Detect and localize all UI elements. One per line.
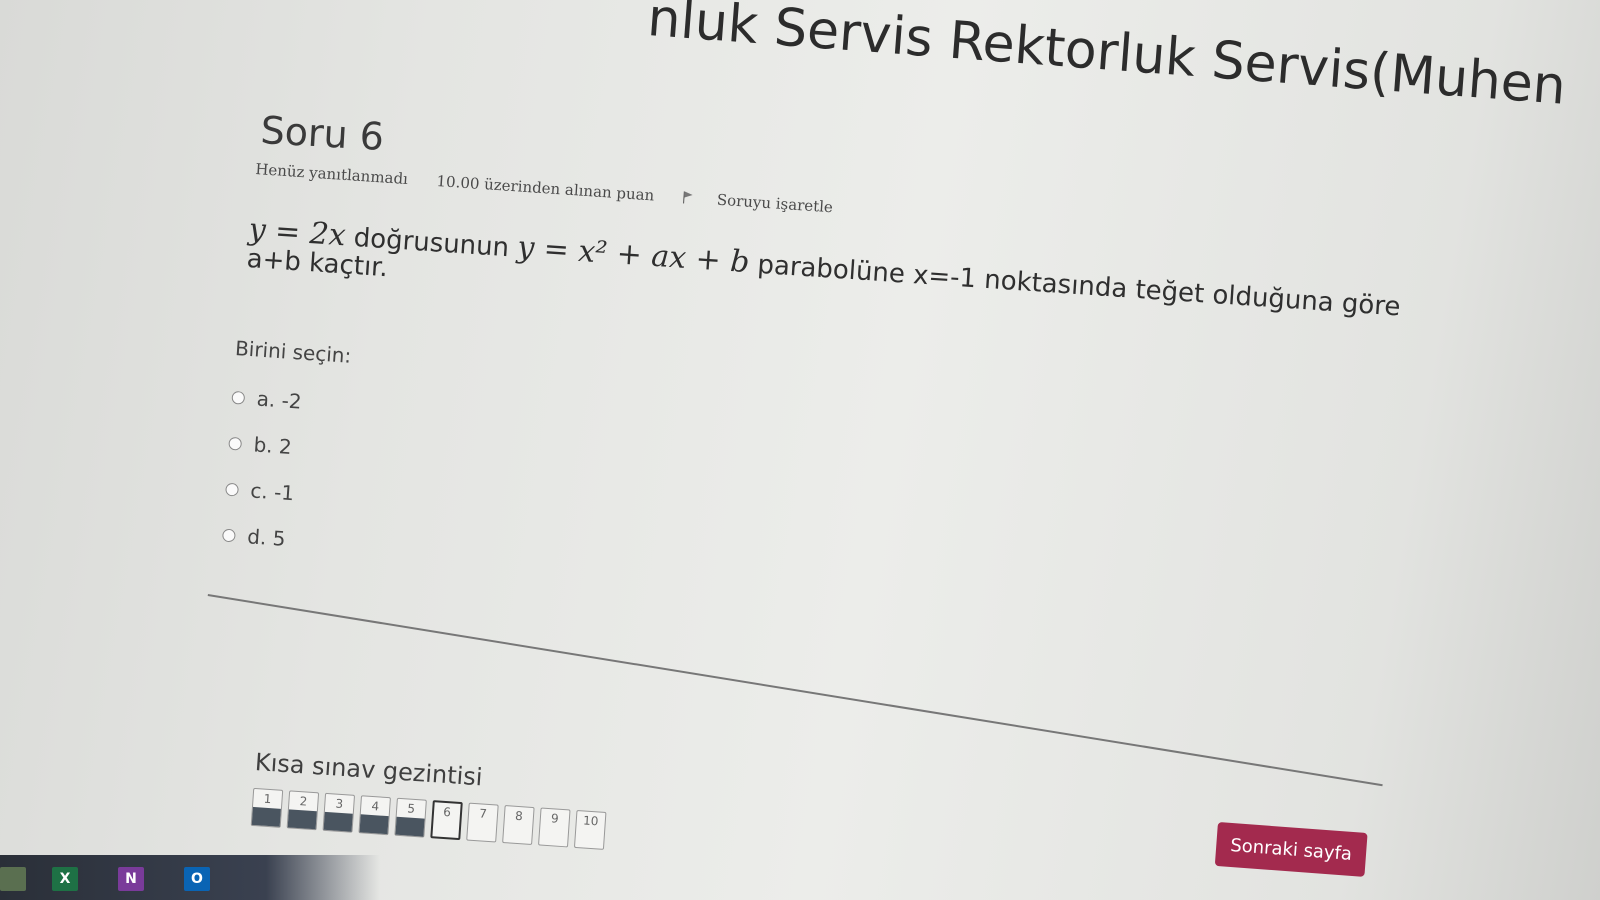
flag-question-link[interactable]: Soruyu işaretle (682, 188, 857, 218)
nav-question-6[interactable]: 6 (430, 800, 463, 841)
question-header: Soru 6 (259, 108, 385, 159)
course-title: nluk Servis Rektorluk Servis(Muhen (645, 0, 1568, 117)
nav-question-5[interactable]: 5 (394, 797, 427, 838)
taskbar: X N O (0, 855, 380, 900)
nav-question-1[interactable]: 1 (250, 787, 284, 828)
outlook-icon[interactable]: O (184, 867, 210, 891)
answer-option-label: c. -1 (249, 478, 295, 506)
app-icon[interactable] (0, 867, 26, 891)
radio-button[interactable] (231, 390, 246, 405)
answer-option-label: d. 5 (246, 524, 287, 551)
answer-options: Birini seçin: a. -2 b. 2 c. -1 d. 5 (221, 336, 352, 565)
flag-icon (683, 191, 694, 204)
answer-option-d[interactable]: d. 5 (221, 512, 340, 566)
radio-button[interactable] (225, 482, 240, 497)
quiz-navigation: Kısa sınav gezintisi 1 2 3 4 5 6 7 8 9 1… (250, 748, 609, 850)
flag-question-label: Soruyu işaretle (716, 190, 834, 217)
answer-option-label: a. -2 (255, 386, 303, 414)
nav-question-2[interactable]: 2 (286, 790, 320, 831)
nav-question-9[interactable]: 9 (538, 807, 571, 848)
answer-prompt: Birini seçin: (234, 336, 353, 368)
question-state: Henüz yanıtlanmadı (254, 160, 409, 189)
nav-question-4[interactable]: 4 (358, 795, 391, 836)
onenote-icon[interactable]: N (118, 867, 144, 891)
answer-option-b[interactable]: b. 2 (227, 420, 346, 474)
nav-question-10[interactable]: 10 (573, 809, 607, 850)
answer-option-label: b. 2 (252, 432, 293, 460)
quiz-navigation-buttons: 1 2 3 4 5 6 7 8 9 10 (250, 787, 607, 850)
nav-question-8[interactable]: 8 (502, 805, 535, 845)
radio-button[interactable] (228, 436, 243, 451)
question-number: Soru 6 (259, 108, 386, 160)
question-text: y = 2x doğrusunun y = x² + ax + b parabo… (246, 210, 1448, 356)
nav-question-3[interactable]: 3 (322, 792, 356, 833)
excel-icon[interactable]: X (52, 867, 78, 891)
answer-option-a[interactable]: a. -2 (230, 374, 349, 428)
next-page-button[interactable]: Sonraki sayfa (1214, 822, 1368, 877)
answer-option-c[interactable]: c. -1 (224, 466, 343, 520)
nav-question-7[interactable]: 7 (466, 802, 499, 843)
question-info: Henüz yanıtlanmadı 10.00 üzerinden alına… (255, 160, 882, 219)
radio-button[interactable] (222, 528, 236, 542)
question-grade: 10.00 üzerinden alınan puan (436, 172, 655, 205)
quiz-page: nluk Servis Rektorluk Servis(Muhen Soru … (0, 0, 1600, 900)
